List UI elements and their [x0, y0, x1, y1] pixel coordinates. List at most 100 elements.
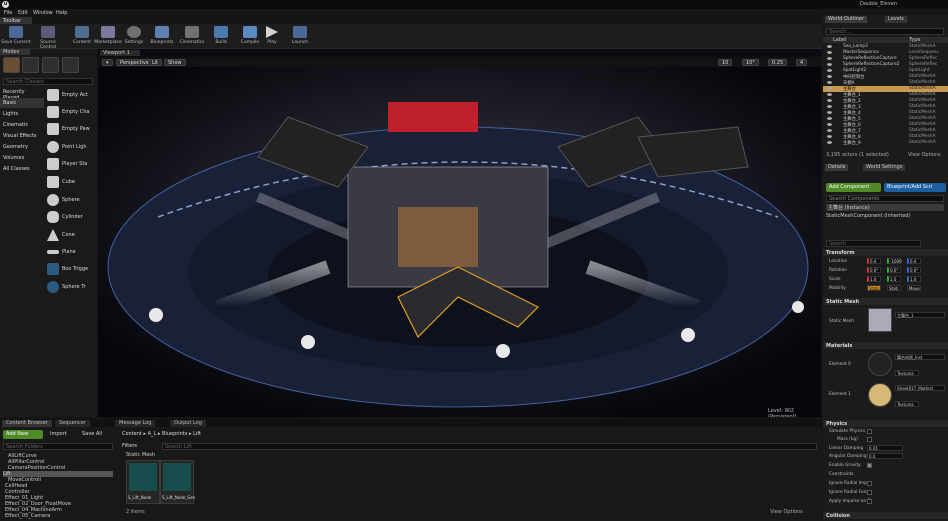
material-1-textures-button[interactable]: Textures [895, 401, 919, 407]
add-new-button[interactable]: Add New [3, 430, 43, 439]
landscape-mode-icon[interactable] [42, 57, 59, 73]
constraints-label[interactable]: Constraints [829, 472, 854, 477]
place-cylinder[interactable]: Cylinder [45, 209, 97, 225]
eye-icon[interactable] [827, 135, 832, 138]
linear-damping-field[interactable]: 0.01 [867, 445, 903, 451]
category-geometry[interactable]: Geometry [0, 142, 44, 152]
material-0-thumbnail[interactable] [868, 352, 892, 376]
category-volumes[interactable]: Volumes [0, 153, 44, 163]
paint-mode-icon[interactable] [22, 57, 39, 73]
section-physics[interactable]: Physics [823, 420, 948, 427]
section-static-mesh[interactable]: Static Mesh [823, 298, 948, 305]
eye-icon[interactable] [827, 63, 832, 66]
foliage-mode-icon[interactable] [62, 57, 79, 73]
search-details-input[interactable]: Search [826, 240, 921, 247]
eye-icon[interactable] [827, 99, 832, 102]
tab-world-outliner[interactable]: World Outliner [825, 16, 868, 23]
place-empty-pawn[interactable]: Empty Paw [45, 121, 97, 137]
eye-icon[interactable] [827, 105, 832, 108]
eye-icon[interactable] [827, 87, 832, 90]
ignore-radial-impulse-checkbox[interactable] [867, 481, 872, 486]
view-options-button[interactable]: View Options [770, 509, 803, 515]
enable-gravity-checkbox[interactable] [867, 463, 872, 468]
build-button[interactable]: Build [205, 26, 237, 48]
rotation-y-field[interactable]: 0.0° [887, 267, 901, 273]
section-transform[interactable]: Transform [823, 249, 948, 256]
eye-icon[interactable] [827, 45, 832, 48]
filters-button[interactable]: Filters [122, 443, 162, 450]
rotation-z-field[interactable]: 0.0° [907, 267, 921, 273]
eye-icon[interactable] [827, 123, 832, 126]
col-label[interactable]: Label [833, 37, 847, 43]
toolbar-tab[interactable]: Toolbar [0, 17, 32, 24]
grid-snap-button[interactable]: 10 [718, 59, 733, 66]
material-0-dropdown[interactable]: 舞台材质_Inst [895, 354, 945, 360]
outliner-row[interactable]: 主舞台_9 StaticMeshA [823, 140, 948, 146]
mobility-static-option[interactable]: Static [867, 285, 881, 291]
category-cinematic[interactable]: Cinematic [0, 120, 44, 130]
simulate-physics-checkbox[interactable] [867, 429, 872, 434]
location-x-field[interactable]: 0.0 [867, 258, 881, 264]
outliner-view-options-button[interactable]: View Options [908, 152, 941, 158]
search-classes-input[interactable]: Search Classes [3, 78, 93, 85]
viewport-tab[interactable]: Viewport 1 [100, 50, 140, 56]
eye-icon[interactable] [827, 75, 832, 78]
place-plane[interactable]: Plane [45, 244, 97, 260]
eye-icon[interactable] [827, 117, 832, 120]
category-all-classes[interactable]: All Classes [0, 164, 44, 174]
tab-sequencer[interactable]: Sequencer [55, 420, 90, 427]
tab-message-log[interactable]: Message Log [115, 420, 156, 427]
section-materials[interactable]: Materials [823, 342, 948, 349]
ignore-radial-force-checkbox[interactable] [867, 490, 872, 495]
category-basic[interactable]: Basic [0, 98, 44, 108]
apply-impulse-checkbox[interactable] [867, 499, 872, 504]
menu-file[interactable]: File [4, 10, 12, 16]
breadcrumb-lift[interactable]: Lift [193, 431, 201, 437]
breadcrumb-al[interactable]: A_L [148, 431, 157, 437]
place-empty-actor[interactable]: Empty Act [45, 87, 97, 103]
mobility-stationary-option[interactable]: Stati [887, 285, 901, 291]
viewport-options-button[interactable]: ▾ [102, 59, 113, 66]
section-collision[interactable]: Collision [823, 512, 948, 519]
place-sphere-trigger[interactable]: Sphere Tr [45, 279, 97, 295]
col-type[interactable]: Type [909, 37, 920, 43]
search-assets-input[interactable]: Search Lift [162, 443, 817, 450]
material-1-thumbnail[interactable] [868, 383, 892, 407]
breadcrumb-content[interactable]: Content [122, 431, 142, 437]
scale-snap-button[interactable]: 0.25 [768, 59, 788, 66]
asset-tile[interactable]: S_Lift_Node [126, 460, 160, 504]
modes-tab[interactable]: Modes [0, 49, 30, 55]
eye-icon[interactable] [827, 93, 832, 96]
scale-y-field[interactable]: 1.0 [887, 276, 901, 282]
search-folders-input[interactable]: Search Folders [3, 443, 113, 450]
import-button[interactable]: Import [48, 430, 69, 439]
tab-details[interactable]: Details [825, 164, 849, 171]
category-recently-placed[interactable]: Recently Placed [0, 87, 44, 101]
angular-damping-field[interactable]: 0.0 [867, 453, 903, 459]
place-mode-icon[interactable] [3, 57, 20, 73]
category-lights[interactable]: Lights [0, 109, 44, 119]
place-sphere[interactable]: Sphere [45, 192, 97, 208]
blueprints-button[interactable]: Blueprints [146, 26, 178, 48]
cinematics-button[interactable]: Cinematics [176, 26, 208, 48]
place-cube[interactable]: Cube [45, 174, 97, 190]
static-mesh-component[interactable]: StaticMeshComponent (Inherited) [826, 213, 911, 219]
eye-icon[interactable] [827, 129, 832, 132]
scale-z-field[interactable]: 1.0 [907, 276, 921, 282]
tab-output-log[interactable]: Output Log [170, 420, 206, 427]
category-visual-effects[interactable]: Visual Effects [0, 131, 44, 141]
tree-item[interactable]: Effect_05_Camera [5, 513, 50, 519]
eye-icon[interactable] [827, 51, 832, 54]
tab-content-browser[interactable]: Content Browser [2, 420, 52, 427]
material-0-textures-button[interactable]: Textures [895, 370, 919, 376]
eye-icon[interactable] [827, 57, 832, 60]
lit-button[interactable]: Lit [148, 59, 163, 66]
launch-button[interactable]: Launch [284, 26, 316, 48]
eye-icon[interactable] [827, 69, 832, 72]
menu-help[interactable]: Help [56, 10, 67, 16]
rotation-x-field[interactable]: 0.0° [867, 267, 881, 273]
camera-speed-button[interactable]: 4 [796, 59, 808, 66]
outliner-search-input[interactable]: Search... [826, 28, 944, 35]
place-box-trigger[interactable]: Box Trigge [45, 261, 97, 277]
mobility-movable-option[interactable]: Move [907, 285, 921, 291]
